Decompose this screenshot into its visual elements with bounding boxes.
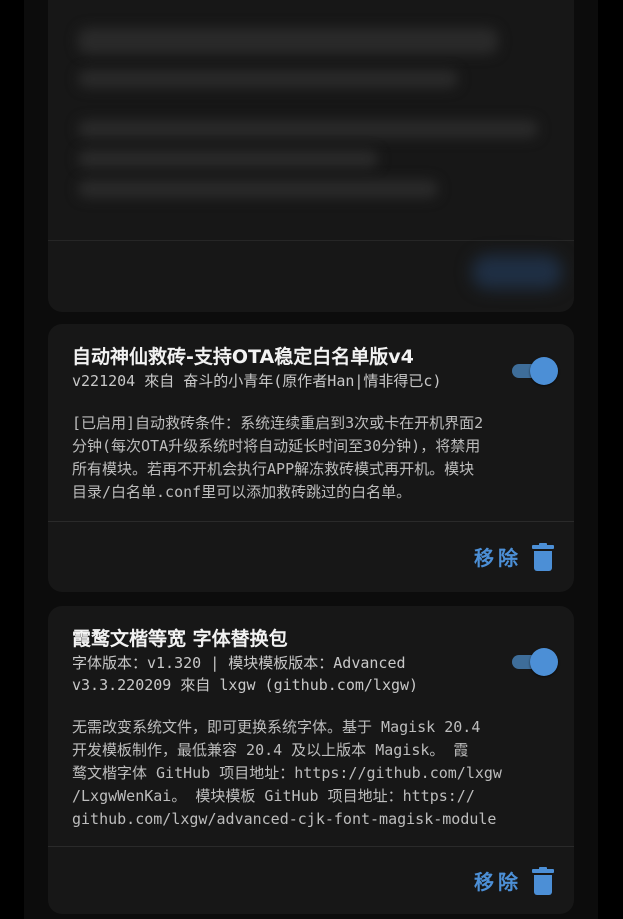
module-header: 自动神仙救砖-支持OTA稳定白名单版v4 v221204 來自 奋斗的小青年(原… xyxy=(48,324,574,392)
module-description: 无需改变系统文件，即可更换系统字体。基于 Magisk 20.4 开发模板制作，… xyxy=(48,716,566,831)
remove-label: 移除 xyxy=(474,546,522,570)
module-enable-toggle[interactable] xyxy=(512,648,558,676)
blurred-title xyxy=(78,28,498,54)
module-meta: v221204 來自 奋斗的小青年(原作者Han|情非得已c) xyxy=(72,372,442,390)
card-divider xyxy=(48,521,574,522)
description-line: /LxgwWenKai。 模块模板 GitHub 项目地址：https:// xyxy=(72,787,475,805)
description-line: github.com/lxgw/advanced-cjk-font-magisk… xyxy=(72,810,497,828)
card-divider xyxy=(48,846,574,847)
blurred-module-card xyxy=(48,0,574,312)
blurred-desc-line xyxy=(78,120,538,138)
module-description: [已启用]自动救砖条件：系统连续重启到3次或卡在开机界面2 分钟(每次OTA升级… xyxy=(48,412,566,504)
trash-icon xyxy=(532,866,554,895)
description-line: 分钟(每次OTA升级系统时将自动延长时间至30分钟)，将禁用 xyxy=(72,437,481,455)
remove-button[interactable]: 移除 xyxy=(474,542,554,571)
blurred-meta xyxy=(78,70,458,88)
meta-line: 字体版本：v1.320 | 模块模板版本：Advanced xyxy=(72,654,406,672)
blurred-action-button[interactable] xyxy=(472,255,562,289)
trash-icon xyxy=(532,542,554,571)
card-divider xyxy=(48,240,574,241)
module-enable-toggle[interactable] xyxy=(512,357,558,385)
module-card: 自动神仙救砖-支持OTA稳定白名单版v4 v221204 來自 奋斗的小青年(原… xyxy=(48,324,574,592)
module-card: 霞鹜文楷等宽 字体替换包 字体版本：v1.320 | 模块模板版本：Advanc… xyxy=(48,606,574,914)
module-list-screen: 自动神仙救砖-支持OTA稳定白名单版v4 v221204 來自 奋斗的小青年(原… xyxy=(24,0,598,919)
module-title: 霞鹜文楷等宽 字体替换包 xyxy=(72,628,288,650)
remove-label: 移除 xyxy=(474,870,522,894)
description-line: 所有模块。若再不开机会执行APP解冻救砖模式再开机。模块 xyxy=(72,460,475,478)
description-line: 鹜文楷字体 GitHub 项目地址：https://github.com/lxg… xyxy=(72,764,502,782)
module-title: 自动神仙救砖-支持OTA稳定白名单版v4 xyxy=(72,346,414,368)
remove-button[interactable]: 移除 xyxy=(474,866,554,895)
module-header: 霞鹜文楷等宽 字体替换包 字体版本：v1.320 | 模块模板版本：Advanc… xyxy=(48,606,574,696)
blurred-desc-line xyxy=(78,180,438,198)
blurred-desc-line xyxy=(78,150,378,168)
meta-line: v3.3.220209 來自 lxgw (github.com/lxgw) xyxy=(72,676,419,694)
description-line: [已启用]自动救砖条件：系统连续重启到3次或卡在开机界面2 xyxy=(72,414,484,432)
description-line: 开发模板制作，最低兼容 20.4 及以上版本 Magisk。 霞 xyxy=(72,741,469,759)
description-line: 目录/白名单.conf里可以添加救砖跳过的白名单。 xyxy=(72,483,412,501)
module-meta: 字体版本：v1.320 | 模块模板版本：Advanced v3.3.22020… xyxy=(72,652,492,696)
description-line: 无需改变系统文件，即可更换系统字体。基于 Magisk 20.4 xyxy=(72,718,481,736)
